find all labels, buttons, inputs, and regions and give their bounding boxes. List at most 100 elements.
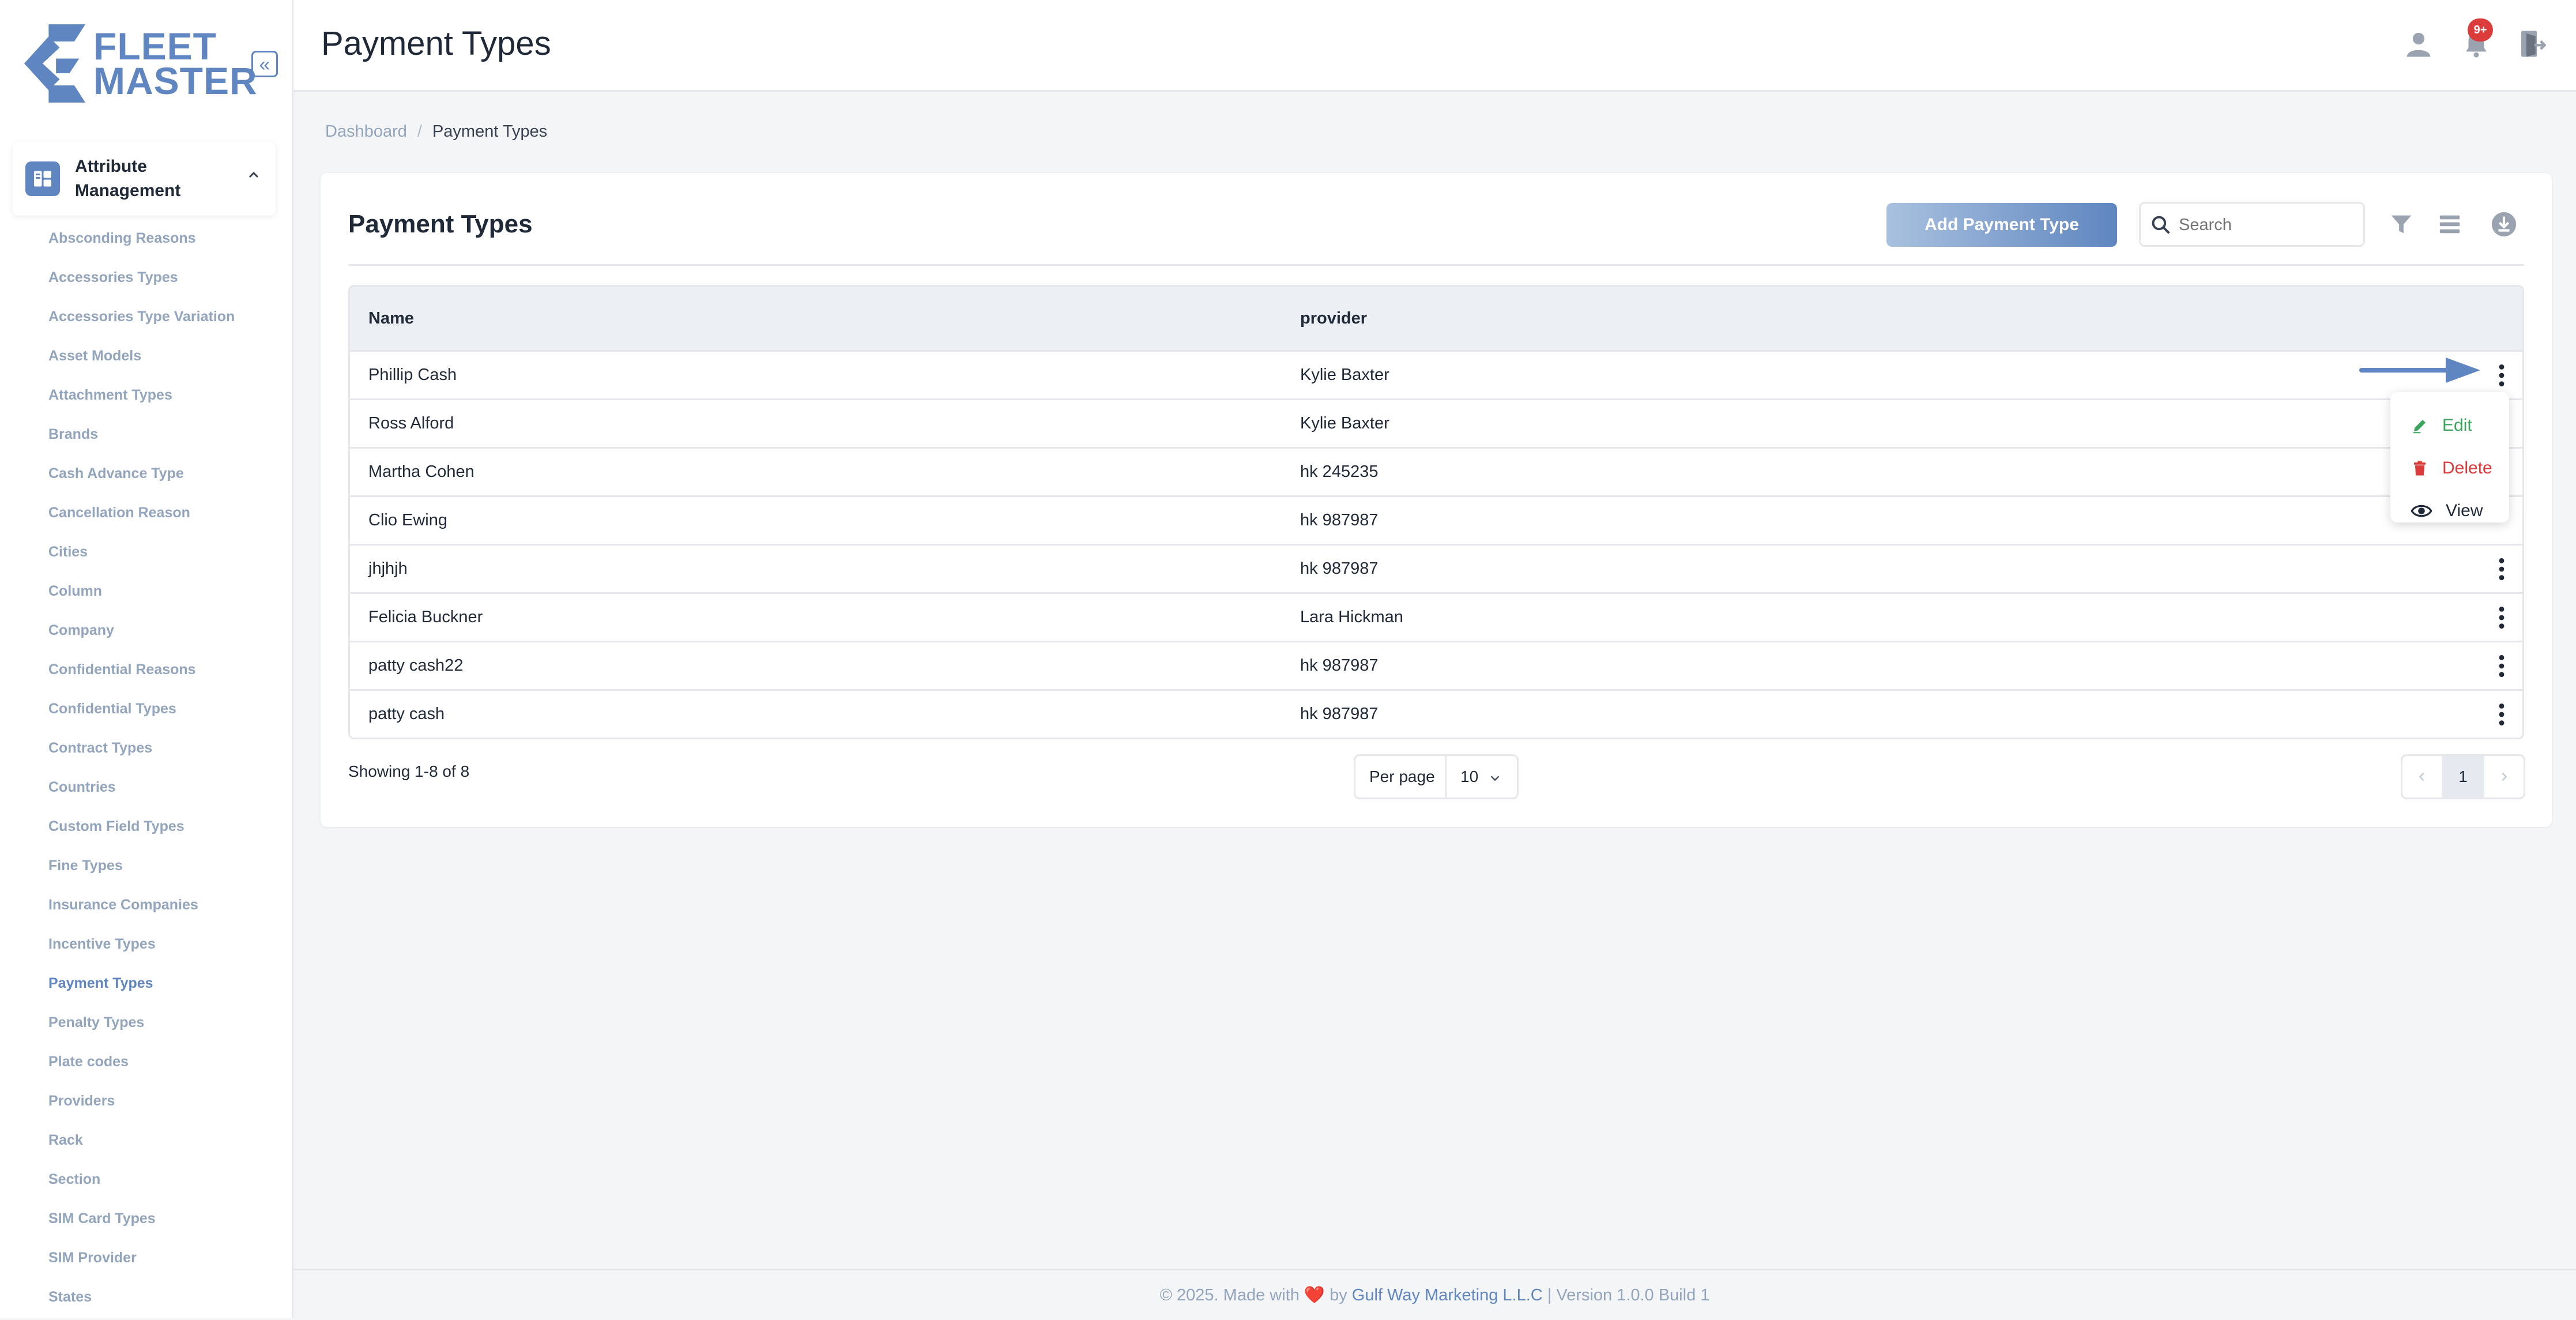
sidebar-item-cancellation-reason[interactable]: Cancellation Reason	[48, 501, 235, 540]
columns-icon[interactable]	[2436, 211, 2463, 238]
chevron-right-icon	[2502, 772, 2507, 781]
sidebar-group-attribute-management[interactable]: Attribute Management	[13, 142, 276, 216]
logo-line-1: FLEET	[93, 25, 217, 67]
row-provider: hk 987987	[1300, 705, 1379, 723]
sidebar-item-penalty-types[interactable]: Penalty Types	[48, 1010, 235, 1050]
pointer-arrow-icon	[2359, 358, 2480, 383]
payment-types-card: Payment Types Add Payment Type Name prov…	[321, 173, 2552, 827]
sidebar-item-attachment-types[interactable]: Attachment Types	[48, 383, 235, 422]
sidebar-item-accessories-types[interactable]: Accessories Types	[48, 265, 235, 304]
logout-icon[interactable]	[2516, 27, 2547, 61]
row-name: Phillip Cash	[368, 366, 457, 384]
column-header-provider[interactable]: provider	[1300, 309, 2338, 328]
download-icon[interactable]	[2491, 211, 2517, 238]
trash-icon	[2414, 461, 2426, 476]
breadcrumb-current: Payment Types	[432, 122, 548, 141]
chevron-up-icon	[248, 171, 259, 178]
row-actions-kebab-icon[interactable]	[2495, 702, 2509, 727]
menu-item-edit[interactable]: Edit	[2411, 412, 2472, 439]
table-row[interactable]: Clio Ewing hk 987987	[350, 497, 2522, 546]
sidebar-item-asset-models[interactable]: Asset Models	[48, 344, 235, 383]
sidebar-item-section[interactable]: Section	[48, 1167, 235, 1206]
logo[interactable]: FLEET MASTER	[24, 24, 258, 103]
sidebar-item-cities[interactable]: Cities	[48, 540, 235, 579]
page-title: Payment Types	[321, 25, 551, 62]
sidebar-item-column[interactable]: Column	[48, 579, 235, 618]
row-name: patty cash	[368, 705, 445, 723]
sidebar-item-accessories-type-variation[interactable]: Accessories Type Variation	[48, 304, 235, 344]
footer: © 2025. Made with ❤️ by Gulf Way Marketi…	[293, 1269, 2576, 1320]
sidebar-item-providers[interactable]: Providers	[48, 1089, 235, 1128]
menu-item-view[interactable]: View	[2411, 497, 2483, 525]
breadcrumb-dashboard-link[interactable]: Dashboard	[325, 122, 407, 141]
filter-icon[interactable]	[2388, 211, 2415, 238]
row-actions-menu: Edit Delete View	[2390, 392, 2509, 522]
sidebar-item-states[interactable]: States	[48, 1285, 235, 1318]
table-row[interactable]: jhjhjh hk 987987	[350, 546, 2522, 594]
payment-types-table: Name provider Phillip Cash Kylie Baxter …	[348, 285, 2524, 739]
table-row[interactable]: Felicia Buckner Lara Hickman	[350, 594, 2522, 642]
table-row[interactable]: Martha Cohen hk 245235	[350, 449, 2522, 497]
search-input[interactable]	[2178, 213, 2353, 237]
sidebar-item-fine-types[interactable]: Fine Types	[48, 853, 235, 893]
row-provider: hk 987987	[1300, 656, 1379, 675]
sidebar-item-brands[interactable]: Brands	[48, 422, 235, 461]
prev-page-button[interactable]	[2402, 756, 2442, 798]
sidebar-item-countries[interactable]: Countries	[48, 775, 235, 814]
sidebar-item-sim-card-types[interactable]: SIM Card Types	[48, 1206, 235, 1246]
footer-company-link[interactable]: Gulf Way Marketing L.L.C	[1352, 1286, 1543, 1304]
menu-item-delete-label: Delete	[2442, 458, 2492, 477]
per-page-label: Per page	[1355, 756, 1447, 798]
footer-by: by	[1330, 1286, 1347, 1304]
table-row[interactable]: Ross Alford Kylie Baxter	[350, 400, 2522, 449]
sidebar-item-cash-advance-type[interactable]: Cash Advance Type	[48, 461, 235, 501]
pencil-icon	[2413, 420, 2426, 434]
attribute-management-icon	[25, 161, 60, 196]
sidebar-item-custom-field-types[interactable]: Custom Field Types	[48, 814, 235, 853]
card-divider	[348, 264, 2524, 266]
pagination: 1	[2401, 754, 2525, 799]
row-actions-kebab-icon[interactable]	[2495, 363, 2509, 388]
next-page-button[interactable]	[2484, 756, 2524, 798]
sidebar-item-sim-provider[interactable]: SIM Provider	[48, 1246, 235, 1285]
row-name: Martha Cohen	[368, 462, 474, 481]
table-row[interactable]: Phillip Cash Kylie Baxter	[350, 352, 2522, 400]
menu-item-delete[interactable]: Delete	[2411, 454, 2492, 482]
row-actions-kebab-icon[interactable]	[2495, 653, 2509, 679]
sidebar-item-contract-types[interactable]: Contract Types	[48, 736, 235, 775]
sidebar-item-incentive-types[interactable]: Incentive Types	[48, 932, 235, 971]
page-button-current[interactable]: 1	[2442, 756, 2484, 798]
table-header: Name provider	[350, 287, 2522, 352]
menu-item-edit-label: Edit	[2442, 416, 2472, 435]
logo-line-2: MASTER	[93, 59, 258, 102]
table-row[interactable]: patty cash22 hk 987987	[350, 642, 2522, 691]
row-provider: Kylie Baxter	[1300, 414, 1389, 433]
search-box[interactable]	[2139, 202, 2365, 247]
row-provider: Lara Hickman	[1300, 608, 1403, 626]
per-page-select[interactable]: Per page 10	[1354, 754, 1519, 799]
add-payment-type-button[interactable]: Add Payment Type	[1886, 203, 2117, 247]
fleet-master-logo-mark	[24, 24, 85, 103]
row-actions-kebab-icon[interactable]	[2495, 605, 2509, 630]
sidebar-item-rack[interactable]: Rack	[48, 1128, 235, 1167]
per-page-value: 10	[1447, 768, 1501, 786]
row-name: Felicia Buckner	[368, 608, 483, 626]
column-header-name[interactable]: Name	[350, 309, 1300, 328]
double-chevron-left-icon: «	[259, 54, 270, 76]
sidebar-item-confidential-reasons[interactable]: Confidential Reasons	[48, 657, 235, 697]
row-name: jhjhjh	[368, 559, 408, 578]
sidebar-item-insurance-companies[interactable]: Insurance Companies	[48, 893, 235, 932]
sidebar-item-company[interactable]: Company	[48, 618, 235, 657]
footer-version: | Version 1.0.0 Build 1	[1547, 1286, 1710, 1304]
table-row[interactable]: patty cash hk 987987	[350, 691, 2522, 738]
chevron-left-icon	[2419, 772, 2424, 781]
sidebar-collapse-button[interactable]: «	[251, 51, 278, 77]
sidebar-item-plate-codes[interactable]: Plate codes	[48, 1050, 235, 1089]
eye-icon	[2411, 505, 2432, 517]
sidebar-item-payment-types[interactable]: Payment Types	[48, 971, 235, 1010]
row-name: Ross Alford	[368, 414, 454, 433]
sidebar-item-confidential-types[interactable]: Confidential Types	[48, 697, 235, 736]
user-icon[interactable]	[2403, 27, 2434, 61]
row-actions-kebab-icon[interactable]	[2495, 556, 2509, 582]
sidebar-item-absconding-reasons[interactable]: Absconding Reasons	[48, 226, 235, 265]
